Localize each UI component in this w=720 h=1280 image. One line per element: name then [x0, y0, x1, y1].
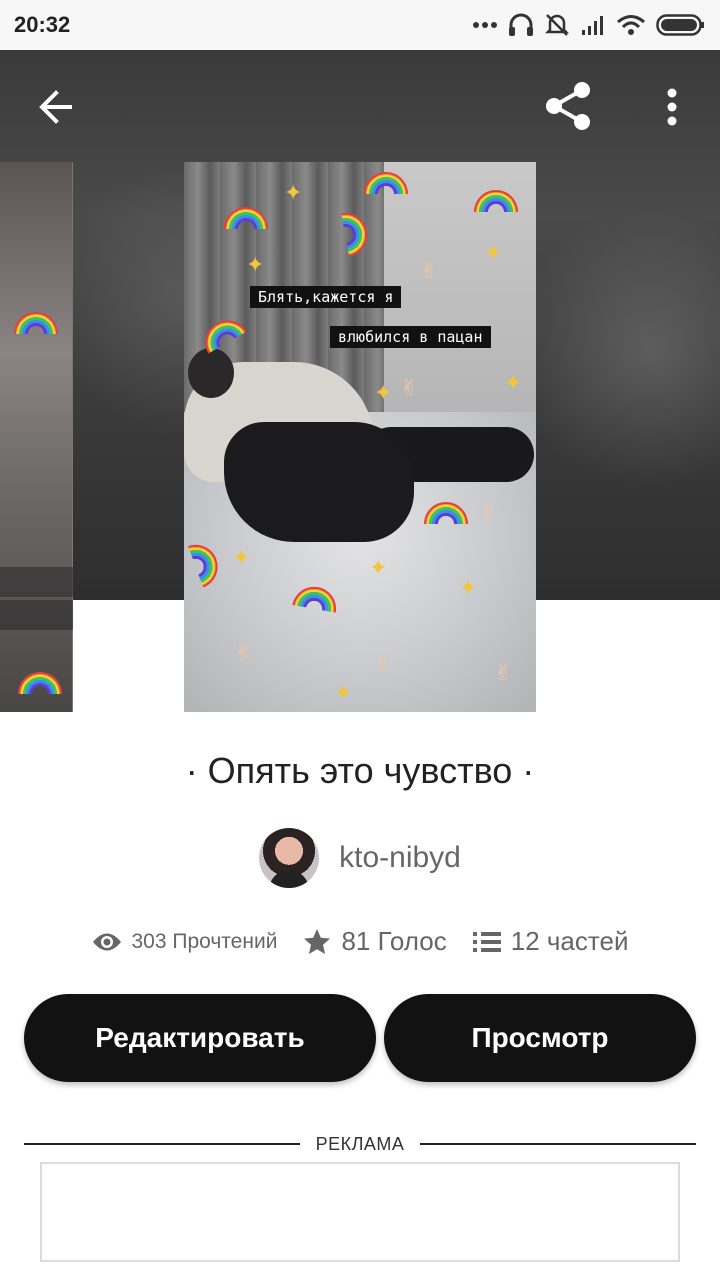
share-button[interactable]: [536, 78, 600, 134]
author-name[interactable]: kto-nibyd: [339, 841, 461, 875]
votes-stat: 81 Голос: [303, 926, 447, 957]
votes-count: 81 Голос: [341, 926, 447, 956]
status-bar: 20:32: [0, 0, 720, 50]
reads-count: 303 Прочтений: [131, 929, 278, 953]
back-button[interactable]: [26, 80, 86, 134]
muted-bell-icon: [544, 14, 570, 36]
story-title: · Опять это чувство ·: [185, 750, 535, 791]
share-icon: [546, 82, 590, 130]
headphones-icon: [509, 13, 533, 36]
avatar[interactable]: [259, 828, 320, 888]
story-stats: 303 Прочтений 81 Голос 12 частей: [0, 926, 720, 957]
dots-icon: [473, 22, 497, 28]
arrow-left-icon: [39, 90, 72, 124]
status-time: 20:32: [14, 12, 71, 37]
eye-icon: [92, 933, 121, 950]
parts-count: 12 частей: [510, 926, 629, 956]
signal-icon: [582, 16, 603, 35]
status-icons: [472, 12, 706, 38]
reads-stat: 303 Прочтений: [92, 929, 278, 954]
cover-caption-line1: Блять,кажется я: [250, 286, 402, 308]
ad-label: РЕКЛАМА: [315, 1133, 405, 1154]
cover-caption-line2: влюбился в пацан: [330, 326, 491, 348]
battery-icon: [656, 14, 704, 36]
list-icon: [472, 931, 501, 952]
author-row[interactable]: kto-nibyd: [0, 828, 720, 888]
ad-banner[interactable]: [40, 1162, 680, 1262]
edit-button[interactable]: Редактировать: [24, 994, 376, 1082]
wifi-icon: [617, 15, 645, 35]
previous-story-cover[interactable]: [0, 162, 73, 712]
view-button[interactable]: Просмотр: [384, 994, 696, 1082]
more-options-button[interactable]: [652, 80, 692, 134]
story-cover[interactable]: ✦ ✦ ✦ ✦ ✦ ✦ ✦ ✦ ✦ ✌ ✌ ✌ ✌ ✌ ✌ Блять,каже…: [184, 162, 536, 712]
parts-stat: 12 частей: [472, 926, 629, 957]
star-icon: [304, 928, 331, 954]
more-vertical-icon: [667, 88, 677, 126]
ad-divider: РЕКЛАМА: [24, 1132, 697, 1156]
